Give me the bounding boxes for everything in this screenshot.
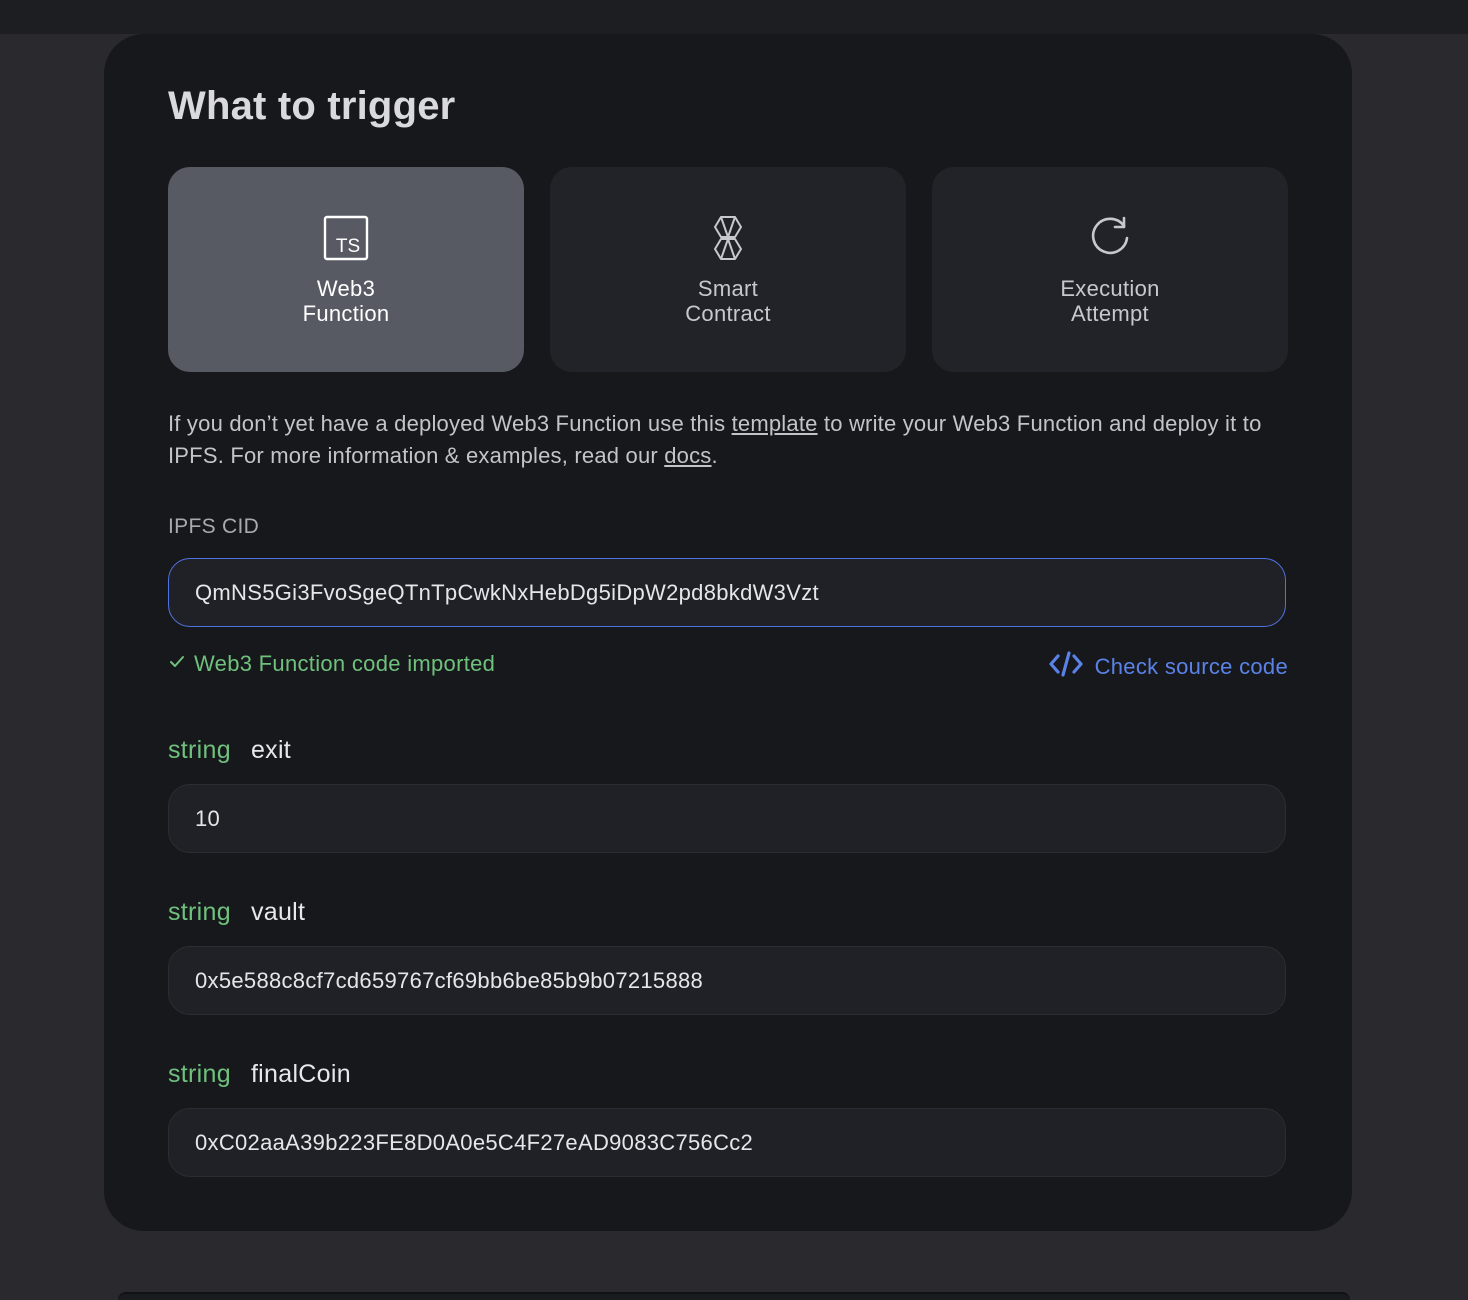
refresh-icon — [1086, 214, 1134, 262]
svg-text:TS: TS — [336, 236, 360, 257]
check-source-code-link[interactable]: Check source code — [1048, 651, 1288, 683]
import-status-text: Web3 Function code imported — [194, 651, 496, 676]
option-label: Execution Attempt — [1060, 275, 1160, 326]
param-label-vault: string vault — [168, 898, 305, 927]
param-label-exit: string exit — [168, 736, 291, 765]
section-title: What to trigger — [168, 84, 456, 128]
option-label: Web3 Function — [302, 275, 390, 326]
option-label: Smart Contract — [685, 275, 771, 326]
code-icon — [1048, 651, 1083, 683]
typescript-icon: TS — [322, 214, 370, 262]
param-type: string — [168, 736, 231, 764]
vault-input[interactable] — [168, 946, 1286, 1015]
ipfs-cid-label: IPFS CID — [168, 515, 260, 538]
checkmark-icon — [168, 651, 186, 677]
option-execution-attempt[interactable]: Execution Attempt — [932, 167, 1288, 372]
trigger-options: TS Web3 Function Smart Contract Executio… — [168, 167, 1288, 372]
docs-link[interactable]: docs — [664, 443, 711, 468]
import-status: Web3 Function code imported — [168, 651, 495, 677]
exit-input[interactable] — [168, 784, 1286, 853]
template-link[interactable]: template — [732, 411, 818, 436]
option-web3-function[interactable]: TS Web3 Function — [168, 167, 524, 372]
option-smart-contract[interactable]: Smart Contract — [550, 167, 906, 372]
ipfs-cid-input[interactable] — [168, 558, 1286, 627]
top-bar — [0, 0, 1468, 34]
param-name: finalCoin — [250, 1060, 351, 1088]
check-source-code-label: Check source code — [1094, 654, 1288, 679]
description: If you don’t yet have a deployed Web3 Fu… — [168, 411, 1262, 468]
param-name: vault — [250, 898, 306, 926]
next-card-edge — [118, 1292, 1350, 1300]
param-label-final-coin: string finalCoin — [168, 1060, 351, 1089]
param-type: string — [168, 898, 231, 926]
final-coin-input[interactable] — [168, 1108, 1286, 1177]
trigger-card: What to trigger TS Web3 Function Smart C… — [104, 34, 1352, 1231]
param-name: exit — [250, 736, 292, 764]
param-type: string — [168, 1060, 231, 1088]
ethereum-icon — [704, 214, 752, 262]
